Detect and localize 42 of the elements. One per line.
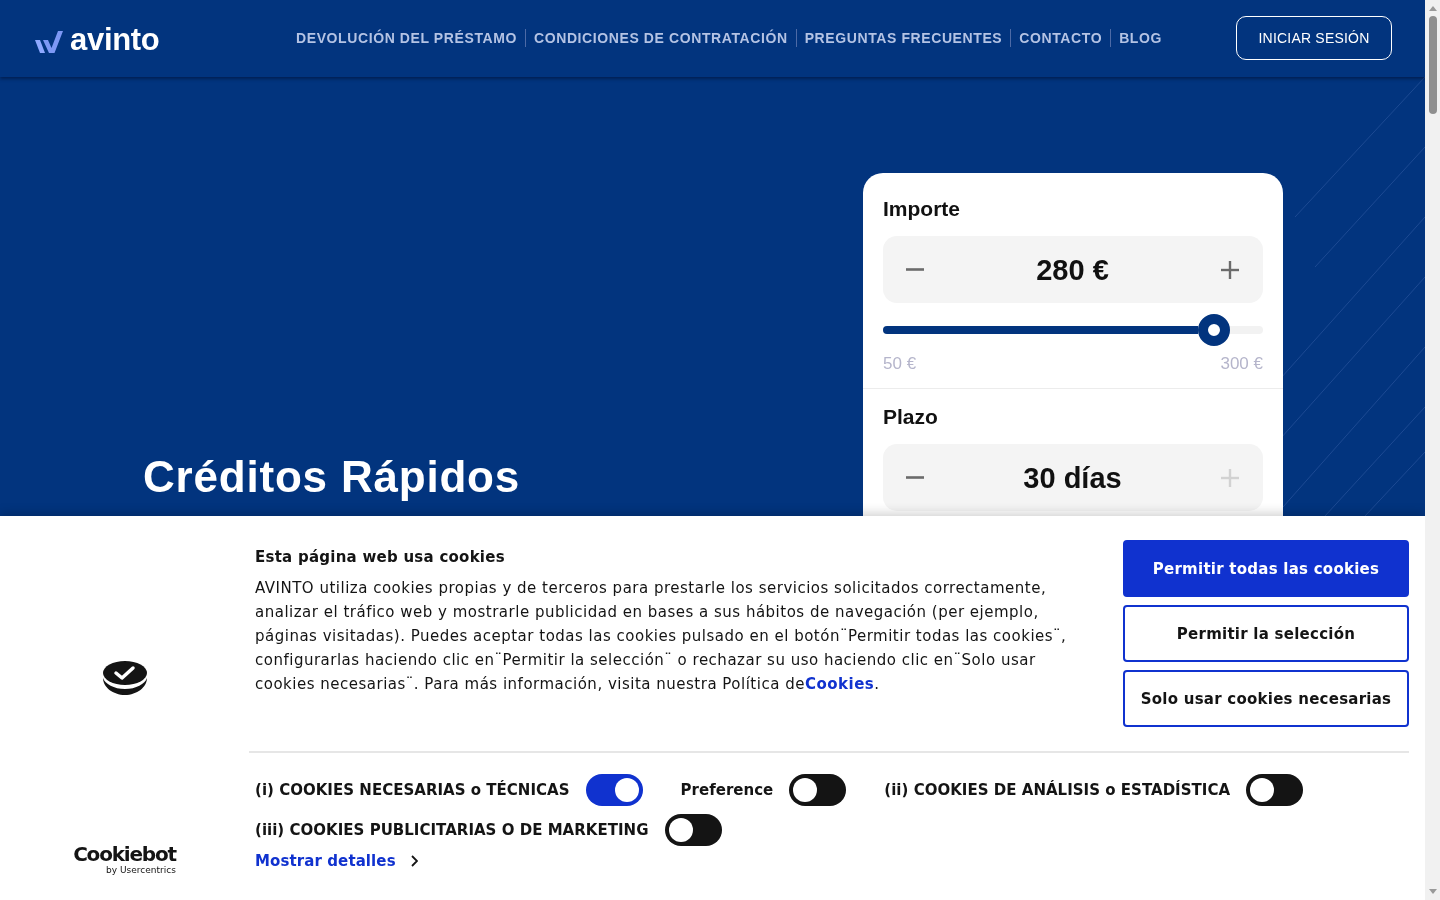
banner-title: Esta página web usa cookies — [255, 547, 505, 568]
toggle-switch[interactable] — [1246, 774, 1304, 806]
nav-link[interactable]: BLOG — [1119, 28, 1162, 48]
minus-icon — [905, 268, 925, 271]
nav-link[interactable]: PREGUNTAS FRECUENTES — [804, 28, 1003, 48]
stepper-value: 30 días — [1023, 460, 1122, 495]
logo-link[interactable]: avinto — [35, 21, 160, 58]
toggle-label: (iii) COOKIES PUBLICITARIAS O DE MARKETING — [255, 820, 649, 840]
consent-button[interactable]: Solo usar cookies necesarias — [1123, 670, 1409, 727]
nav-link[interactable]: CONTACTO — [1019, 28, 1103, 48]
show-details-link[interactable]: Mostrar detalles — [255, 850, 418, 872]
toggle-label: (ii) COOKIES DE ANÁLISIS o ESTADÍSTICA — [884, 780, 1231, 800]
logo-wordmark: Cookiebot — [73, 843, 176, 865]
logo-byline: by Usercentrics — [106, 865, 176, 876]
minus-icon — [905, 476, 925, 479]
plus-icon — [1220, 259, 1240, 280]
cookie-check-icon — [101, 660, 148, 696]
toggle-switch[interactable] — [789, 774, 847, 806]
scrollbar-thumb[interactable] — [1428, 16, 1437, 114]
banner-description: AVINTO utiliza cookies propias y de terceros para prestarle los servicios solicitados correctamente, analizar el tráfico web y mostrarle publicidad en bases a sus hábitos de navegación (per ejemplo, páginas visitadas). Puedes aceptar todas las cookies pulsado en el botón¨Permitir todas las cookies¨, configurarlas haciendo clic en¨Permitir la selección¨ o rechazar su uso haciendo clic en¨Solo usar cookies necesarias¨. Para más información, visita nuestra Política deCookies. — [255, 578, 1068, 695]
chevron-right-icon — [410, 855, 418, 867]
stepper-value: 280 € — [1036, 252, 1109, 287]
toggle-switch[interactable] — [585, 774, 643, 806]
plus-icon — [1220, 467, 1240, 488]
nav-link[interactable]: DEVOLUCIÓN DEL PRÉSTAMO — [296, 28, 517, 48]
consent-button[interactable]: Permitir la selección — [1123, 605, 1409, 662]
down-arrow-icon[interactable] — [1428, 889, 1437, 894]
field-label: Plazo — [883, 404, 938, 430]
toggle-label: (i) COOKIES NECESARIAS o TÉCNICAS — [255, 780, 570, 800]
field-label: Importe — [883, 196, 960, 222]
up-arrow-icon[interactable] — [1428, 6, 1437, 11]
login-button[interactable]: INICIAR SESIÓN — [1236, 16, 1392, 60]
allow-all-button[interactable]: Permitir todas las cookies — [1123, 540, 1409, 597]
hero-heading: Créditos Rápidos — [143, 451, 521, 503]
toggle-switch[interactable] — [664, 814, 722, 846]
range-max-label: 300 € — [1220, 353, 1263, 375]
range-min-label: 50 € — [883, 353, 917, 375]
scrollbar[interactable] — [1425, 0, 1440, 900]
nav-link[interactable]: CONDICIONES DE CONTRATACIÓN — [533, 28, 788, 48]
toggle-label: Preference — [680, 780, 774, 800]
cookies-policy-link[interactable]: Cookies — [804, 675, 875, 693]
slider-thumb[interactable] — [1198, 314, 1231, 346]
